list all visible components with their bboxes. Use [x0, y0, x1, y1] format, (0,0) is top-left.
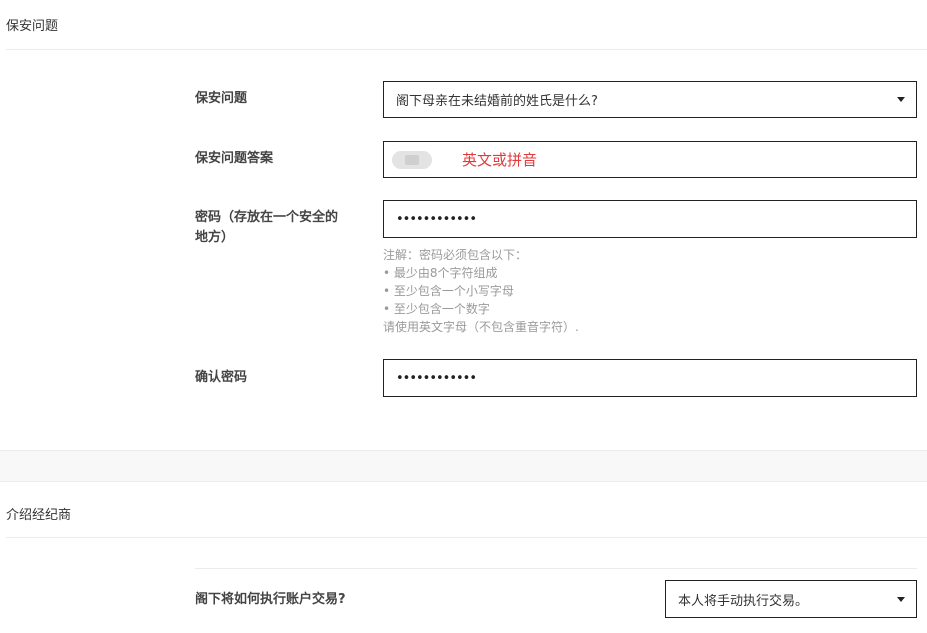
divider — [6, 49, 927, 50]
note-line: • 最少由8个字符组成 — [383, 266, 498, 280]
confirm-password-label: 确认密码 — [195, 370, 248, 385]
password-input[interactable]: •••••••••••• — [383, 200, 917, 238]
trade-method-label: 阁下将如何执行账户交易? — [195, 592, 346, 607]
chevron-down-icon — [897, 97, 905, 102]
password-value: •••••••••••• — [396, 211, 477, 227]
note-line: 注解：密码必须包含以下： — [383, 248, 528, 262]
trade-method-select[interactable]: 本人将手动执行交易。 — [665, 580, 917, 618]
note-line: 请使用英文字母（不包含重音字符）. — [383, 320, 579, 334]
divider — [6, 537, 927, 538]
security-question-value: 阁下母亲在未结婚前的姓氏是什么? — [396, 94, 598, 109]
section-title-security: 保安问题 — [6, 19, 59, 34]
confirm-password-value: •••••••••••• — [396, 370, 477, 386]
security-answer-label: 保安问题答案 — [195, 151, 274, 166]
note-line: • 至少包含一个数字 — [383, 302, 490, 316]
section-separator — [0, 450, 927, 482]
security-question-label: 保安问题 — [195, 91, 248, 106]
answer-hint: 英文或拼音 — [462, 151, 538, 169]
password-label-line2: 地方） — [195, 230, 235, 245]
security-answer-input[interactable]: 英文或拼音 — [383, 141, 917, 178]
redacted-answer — [392, 150, 432, 169]
chevron-down-icon — [897, 596, 905, 602]
section-title-broker: 介绍经纪商 — [6, 508, 72, 523]
password-label-line1: 密码（存放在一个安全的 — [195, 210, 339, 225]
password-label: 密码（存放在一个安全的 地方） — [195, 208, 365, 248]
password-notes: 注解：密码必须包含以下： • 最少由8个字符组成 • 至少包含一个小写字母 • … — [383, 246, 579, 336]
security-question-select[interactable]: 阁下母亲在未结婚前的姓氏是什么? — [383, 81, 917, 118]
confirm-password-input[interactable]: •••••••••••• — [383, 359, 917, 397]
trade-method-value: 本人将手动执行交易。 — [678, 593, 809, 609]
divider — [195, 568, 917, 569]
note-line: • 至少包含一个小写字母 — [383, 284, 514, 298]
